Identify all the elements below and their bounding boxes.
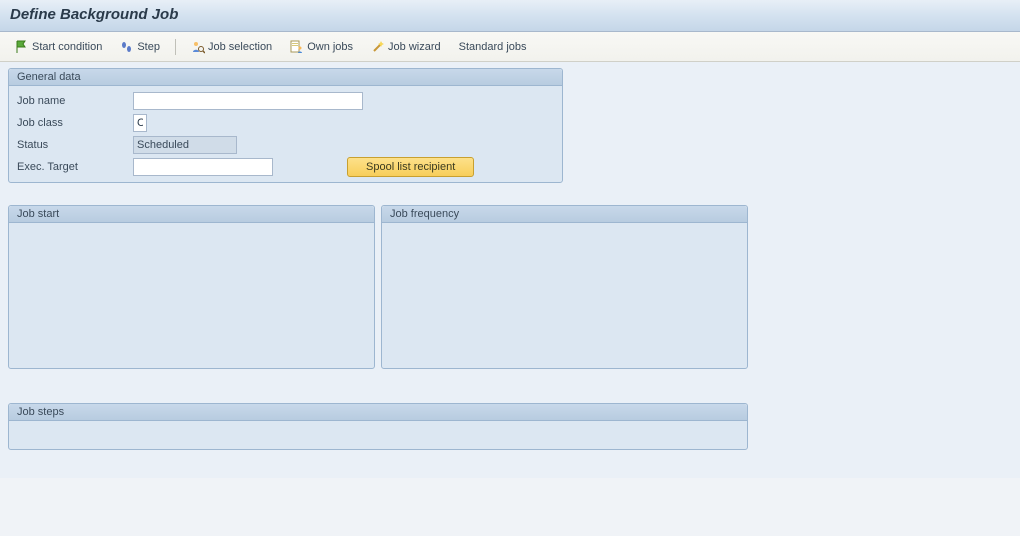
step-label: Step: [137, 41, 160, 53]
general-data-group: General data Job name Job class Status S…: [8, 68, 563, 183]
separator: [175, 39, 176, 55]
job-selection-button[interactable]: Job selection: [184, 36, 279, 58]
status-label: Status: [15, 139, 133, 151]
job-frequency-title: Job frequency: [382, 206, 747, 223]
person-search-icon: [191, 40, 205, 54]
exec-target-label: Exec. Target: [15, 161, 133, 173]
job-steps-title: Job steps: [9, 404, 747, 421]
own-jobs-button[interactable]: Own jobs: [283, 36, 360, 58]
job-class-input[interactable]: [133, 114, 147, 132]
job-name-input[interactable]: [133, 92, 363, 110]
standard-jobs-button[interactable]: Standard jobs: [452, 36, 534, 58]
job-selection-label: Job selection: [208, 41, 272, 53]
document-person-icon: [290, 40, 304, 54]
job-wizard-button[interactable]: Job wizard: [364, 36, 448, 58]
start-condition-label: Start condition: [32, 41, 102, 53]
own-jobs-label: Own jobs: [307, 41, 353, 53]
flag-icon: [15, 40, 29, 54]
footprints-icon: [120, 40, 134, 54]
general-data-title: General data: [9, 69, 562, 86]
job-steps-group: Job steps: [8, 403, 748, 450]
job-start-title: Job start: [9, 206, 374, 223]
standard-jobs-label: Standard jobs: [459, 41, 527, 53]
wand-icon: [371, 40, 385, 54]
job-frequency-group: Job frequency: [381, 205, 748, 369]
start-condition-button[interactable]: Start condition: [8, 36, 109, 58]
job-name-label: Job name: [15, 95, 133, 107]
step-button[interactable]: Step: [113, 36, 167, 58]
job-wizard-label: Job wizard: [388, 41, 441, 53]
spool-list-recipient-button[interactable]: Spool list recipient: [347, 157, 474, 177]
status-value: Scheduled: [133, 136, 237, 154]
job-class-label: Job class: [15, 117, 133, 129]
toolbar: Start condition Step Job selection Own j…: [0, 32, 1020, 62]
exec-target-input[interactable]: [133, 158, 273, 176]
content-area: General data Job name Job class Status S…: [0, 62, 1020, 478]
job-start-group: Job start: [8, 205, 375, 369]
title-bar: Define Background Job: [0, 0, 1020, 32]
page-title: Define Background Job: [10, 6, 1010, 23]
